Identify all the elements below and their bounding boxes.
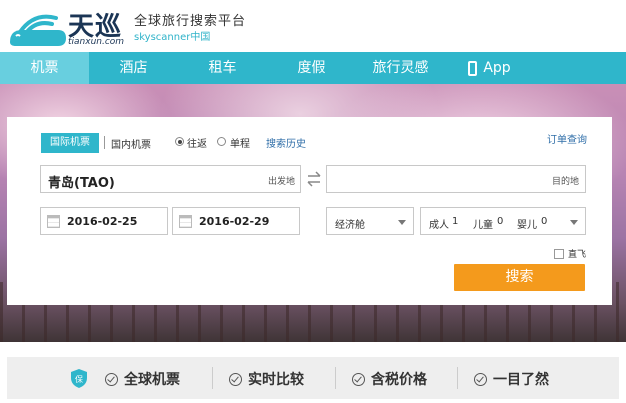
adults-count: 1 bbox=[452, 216, 459, 227]
feature-divider bbox=[335, 367, 336, 389]
features-bar: 保 全球机票 实时比较 含税价格 一目了然 bbox=[7, 357, 619, 399]
feature-tax-included: 含税价格 bbox=[352, 369, 427, 389]
check-circle-icon bbox=[105, 372, 118, 386]
origin-field[interactable]: 青岛(TAO) 出发地 bbox=[40, 165, 301, 193]
infants-label: 婴儿 bbox=[517, 220, 537, 231]
passengers-select[interactable]: 成人 1 儿童 0 婴儿 0 bbox=[420, 207, 586, 235]
feature-label: 实时比较 bbox=[248, 372, 304, 388]
depart-date-field[interactable]: 2016-02-25 bbox=[40, 207, 168, 235]
return-date-value: 2016-02-29 bbox=[199, 215, 270, 228]
wifi-cloud-logo-icon[interactable] bbox=[6, 8, 68, 48]
tab-divider bbox=[104, 136, 105, 149]
return-date-field[interactable]: 2016-02-29 bbox=[172, 207, 300, 235]
nav-item-flights[interactable]: 机票 bbox=[0, 52, 89, 84]
swap-arrows-icon[interactable] bbox=[306, 170, 322, 188]
children-count: 0 bbox=[497, 216, 504, 227]
chevron-down-icon bbox=[398, 220, 406, 225]
check-circle-icon bbox=[229, 372, 242, 386]
origin-value: 青岛(TAO) bbox=[48, 176, 115, 191]
brand-url: tianxun.com bbox=[68, 37, 125, 47]
round-trip-radio[interactable] bbox=[175, 137, 184, 146]
nav-item-app[interactable]: App bbox=[445, 52, 534, 84]
destination-field[interactable]: 目的地 bbox=[326, 165, 586, 193]
infants-count: 0 bbox=[541, 216, 548, 227]
calendar-icon bbox=[47, 215, 60, 228]
sub-brand: skyscanner中国 bbox=[134, 32, 211, 43]
cabin-class-value: 经济舱 bbox=[335, 220, 365, 231]
calendar-icon bbox=[179, 215, 192, 228]
check-circle-icon bbox=[352, 372, 365, 386]
phone-icon bbox=[468, 60, 478, 76]
feature-divider bbox=[212, 367, 213, 389]
feature-label: 含税价格 bbox=[371, 372, 427, 388]
nav-item-hotels[interactable]: 酒店 bbox=[89, 52, 178, 84]
chevron-down-icon bbox=[570, 220, 578, 225]
nav-app-label: App bbox=[483, 60, 511, 76]
flight-search-panel: 国际机票 国内机票 往返 单程 搜索历史 订单查询 青岛(TAO) 出发地 目的… bbox=[7, 117, 612, 305]
main-nav: 机票 酒店 租车 度假 旅行灵感 App bbox=[0, 52, 626, 84]
search-history-link[interactable]: 搜索历史 bbox=[266, 135, 306, 150]
tab-international-flights[interactable]: 国际机票 bbox=[41, 133, 99, 153]
site-header: 天巡 tianxun.com 全球旅行搜索平台 skyscanner中国 bbox=[0, 0, 626, 52]
direct-flight-checkbox[interactable] bbox=[554, 249, 564, 259]
search-button[interactable]: 搜索 bbox=[454, 264, 585, 291]
one-way-label[interactable]: 单程 bbox=[230, 135, 250, 150]
adults-label: 成人 bbox=[429, 220, 449, 231]
nav-item-vacation[interactable]: 度假 bbox=[267, 52, 356, 84]
destination-label: 目的地 bbox=[551, 177, 579, 187]
feature-divider bbox=[457, 367, 458, 389]
one-way-radio[interactable] bbox=[217, 137, 226, 146]
shield-icon: 保 bbox=[71, 369, 87, 388]
order-lookup-link[interactable]: 订单查询 bbox=[547, 131, 587, 146]
nav-item-car-rental[interactable]: 租车 bbox=[178, 52, 267, 84]
check-circle-icon bbox=[474, 372, 487, 386]
tab-domestic-flights[interactable]: 国内机票 bbox=[111, 136, 151, 151]
feature-at-a-glance: 一目了然 bbox=[474, 369, 549, 389]
depart-date-value: 2016-02-25 bbox=[67, 215, 138, 228]
nav-item-travel-inspiration[interactable]: 旅行灵感 bbox=[356, 52, 445, 84]
cabin-class-select[interactable]: 经济舱 bbox=[326, 207, 414, 235]
direct-flight-label[interactable]: 直飞 bbox=[568, 247, 586, 260]
feature-label: 全球机票 bbox=[124, 372, 180, 388]
svg-text:保: 保 bbox=[75, 374, 83, 384]
site-tagline: 全球旅行搜索平台 bbox=[134, 14, 247, 29]
feature-global-flights: 全球机票 bbox=[105, 369, 180, 389]
feature-label: 一目了然 bbox=[493, 372, 549, 388]
round-trip-label[interactable]: 往返 bbox=[187, 135, 207, 150]
feature-realtime-compare: 实时比较 bbox=[229, 369, 304, 389]
children-label: 儿童 bbox=[473, 220, 493, 231]
origin-label: 出发地 bbox=[267, 177, 295, 187]
